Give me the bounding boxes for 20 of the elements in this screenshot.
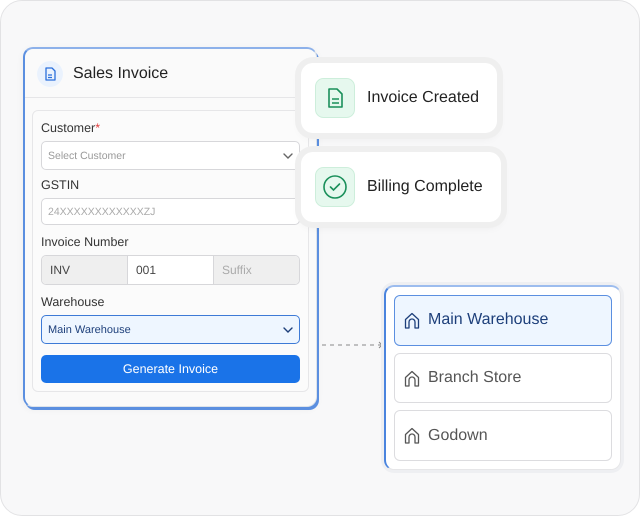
- chevron-down-icon: [283, 326, 293, 332]
- warehouse-option[interactable]: Branch Store: [394, 352, 612, 404]
- form-title: Sales Invoice: [73, 65, 168, 83]
- field-label: Customer*: [41, 121, 102, 135]
- notification-text: Invoice Created: [367, 89, 480, 107]
- house-icon: [404, 312, 420, 329]
- house-icon: [404, 370, 420, 386]
- notification-text: Billing Complete: [367, 178, 483, 196]
- warehouse-select[interactable]: Main Warehouse: [41, 315, 300, 344]
- warehouse-option[interactable]: Godown: [394, 410, 612, 462]
- document-icon: [37, 61, 63, 87]
- warehouse-option[interactable]: Main Warehouse: [394, 295, 612, 346]
- house-icon: [404, 427, 420, 444]
- field-label: Invoice Number: [41, 235, 130, 249]
- field-label: GSTIN: [41, 178, 80, 192]
- generate-invoice-button[interactable]: Generate Invoice: [41, 355, 300, 383]
- document-icon: [315, 78, 355, 118]
- chevron-down-icon: [283, 152, 293, 158]
- gstin-field[interactable]: 24XXXXXXXXXXXXZJ: [41, 198, 300, 225]
- field-label: Warehouse: [41, 295, 106, 309]
